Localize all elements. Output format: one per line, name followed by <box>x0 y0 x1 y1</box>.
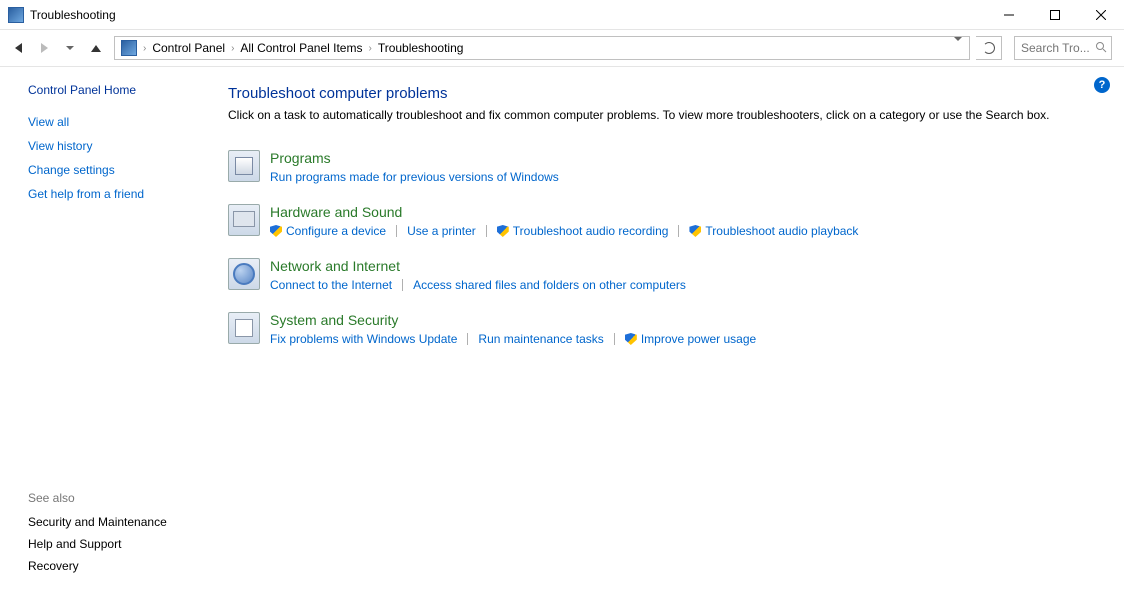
task-label: Connect to the Internet <box>270 278 392 292</box>
task-link[interactable]: Use a printer <box>407 224 476 238</box>
navigation-bar: › Control Panel › All Control Panel Item… <box>0 30 1124 66</box>
task-label: Configure a device <box>286 224 386 238</box>
chevron-down-icon <box>66 46 74 50</box>
sidebar-link-change-settings[interactable]: Change settings <box>28 163 198 177</box>
refresh-button[interactable] <box>976 36 1002 60</box>
category: Network and Internet Connect to the Inter… <box>228 258 1096 292</box>
title-bar: Troubleshooting <box>0 0 1124 30</box>
search-box[interactable] <box>1014 36 1112 60</box>
task-link[interactable]: Connect to the Internet <box>270 278 392 292</box>
help-icon[interactable]: ? <box>1094 77 1110 93</box>
shield-icon <box>689 225 701 237</box>
up-button[interactable] <box>84 36 108 60</box>
task-link[interactable]: Troubleshoot audio recording <box>497 224 669 238</box>
chevron-right-icon[interactable]: › <box>229 43 236 54</box>
separator <box>396 225 397 237</box>
category: System and Security Fix problems with Win… <box>228 312 1096 346</box>
chevron-right-icon[interactable]: › <box>141 43 148 54</box>
network-icon <box>228 258 260 290</box>
separator <box>678 225 679 237</box>
task-list: Fix problems with Windows Update Run main… <box>270 332 1096 346</box>
arrow-right-icon <box>41 43 48 53</box>
arrow-up-icon <box>91 45 101 52</box>
see-also-help[interactable]: Help and Support <box>28 537 198 551</box>
refresh-icon <box>983 42 995 54</box>
chevron-right-icon[interactable]: › <box>366 43 373 54</box>
see-also-recovery[interactable]: Recovery <box>28 559 198 573</box>
see-also-heading: See also <box>28 491 198 505</box>
task-label: Use a printer <box>407 224 476 238</box>
task-label: Access shared files and folders on other… <box>413 278 686 292</box>
task-link[interactable]: Configure a device <box>270 224 386 238</box>
page-heading: Troubleshoot computer problems <box>228 85 1096 102</box>
back-button[interactable] <box>6 36 30 60</box>
task-label: Run maintenance tasks <box>478 332 603 346</box>
search-icon[interactable] <box>1095 41 1107 56</box>
separator <box>467 333 468 345</box>
task-list: Configure a device Use a printer Troublesh… <box>270 224 1096 238</box>
shield-icon <box>625 333 637 345</box>
maximize-button[interactable] <box>1032 0 1078 30</box>
sidebar-link-view-all[interactable]: View all <box>28 115 198 129</box>
breadcrumb-item[interactable]: Troubleshooting <box>374 41 468 55</box>
close-button[interactable] <box>1078 0 1124 30</box>
category-title[interactable]: Network and Internet <box>270 258 1096 274</box>
task-link[interactable]: Run maintenance tasks <box>478 332 603 346</box>
task-label: Troubleshoot audio playback <box>705 224 858 238</box>
category-title[interactable]: Programs <box>270 150 1096 166</box>
window-title: Troubleshooting <box>30 8 116 22</box>
arrow-left-icon <box>15 43 22 53</box>
forward-button[interactable] <box>32 36 56 60</box>
programs-icon <box>228 150 260 182</box>
hardware-icon <box>228 204 260 236</box>
task-link[interactable]: Fix problems with Windows Update <box>270 332 457 346</box>
task-link[interactable]: Access shared files and folders on other… <box>413 278 686 292</box>
search-input[interactable] <box>1019 40 1095 56</box>
task-label: Troubleshoot audio recording <box>513 224 669 238</box>
control-panel-home-link[interactable]: Control Panel Home <box>28 83 198 97</box>
category: Programs Run programs made for previous v… <box>228 150 1096 184</box>
sidebar-link-view-history[interactable]: View history <box>28 139 198 153</box>
task-link[interactable]: Run programs made for previous versions … <box>270 170 559 184</box>
task-label: Run programs made for previous versions … <box>270 170 559 184</box>
task-label: Fix problems with Windows Update <box>270 332 457 346</box>
task-link[interactable]: Improve power usage <box>625 332 756 346</box>
task-label: Improve power usage <box>641 332 756 346</box>
app-icon <box>8 7 24 23</box>
breadcrumb-item[interactable]: Control Panel <box>148 41 229 55</box>
page-subtitle: Click on a task to automatically trouble… <box>228 108 1096 122</box>
address-bar[interactable]: › Control Panel › All Control Panel Item… <box>114 36 970 60</box>
category: Hardware and Sound Configure a device Use … <box>228 204 1096 238</box>
recent-dropdown[interactable] <box>58 36 82 60</box>
task-list: Run programs made for previous versions … <box>270 170 1096 184</box>
address-icon <box>121 40 137 56</box>
shield-icon <box>497 225 509 237</box>
main-content: ? Troubleshoot computer problems Click o… <box>210 67 1124 593</box>
task-link[interactable]: Troubleshoot audio playback <box>689 224 858 238</box>
system-icon <box>228 312 260 344</box>
chevron-down-icon <box>954 37 962 55</box>
shield-icon <box>270 225 282 237</box>
category-title[interactable]: System and Security <box>270 312 1096 328</box>
minimize-button[interactable] <box>986 0 1032 30</box>
see-also-security[interactable]: Security and Maintenance <box>28 515 198 529</box>
separator <box>614 333 615 345</box>
sidebar: Control Panel Home View all View history… <box>0 67 210 593</box>
separator <box>402 279 403 291</box>
address-dropdown[interactable] <box>949 41 967 55</box>
breadcrumb-item[interactable]: All Control Panel Items <box>236 41 366 55</box>
category-title[interactable]: Hardware and Sound <box>270 204 1096 220</box>
sidebar-link-get-help[interactable]: Get help from a friend <box>28 187 198 201</box>
task-list: Connect to the Internet Access shared fil… <box>270 278 1096 292</box>
separator <box>486 225 487 237</box>
